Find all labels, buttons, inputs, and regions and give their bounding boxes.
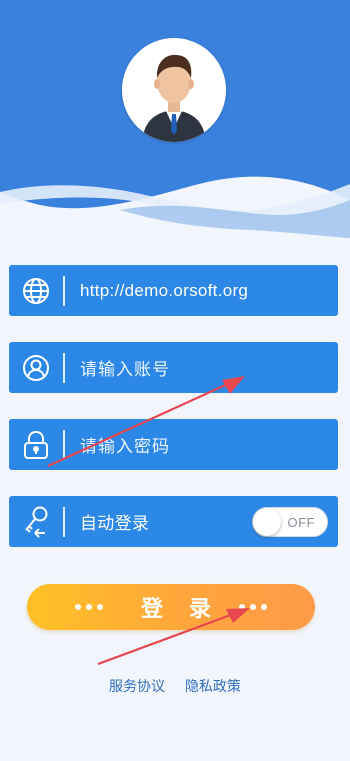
dots-left-icon bbox=[74, 604, 103, 610]
auto-login-toggle[interactable]: OFF bbox=[252, 507, 328, 537]
service-agreement-link[interactable]: 服务协议 bbox=[109, 678, 165, 694]
field-divider bbox=[63, 275, 65, 306]
lock-icon bbox=[9, 419, 63, 470]
field-divider bbox=[63, 352, 65, 383]
avatar[interactable] bbox=[122, 38, 226, 142]
field-divider bbox=[63, 429, 65, 460]
field-divider bbox=[63, 506, 65, 537]
privacy-policy-link[interactable]: 隐私政策 bbox=[185, 678, 241, 694]
account-input[interactable]: 请输入账号 bbox=[80, 355, 170, 380]
dots-right-icon bbox=[239, 604, 268, 610]
globe-icon bbox=[9, 265, 63, 316]
key-icon bbox=[9, 496, 63, 547]
header-banner bbox=[0, 0, 350, 250]
password-field[interactable]: 请输入密码 bbox=[9, 419, 338, 470]
user-icon bbox=[9, 342, 63, 393]
account-field[interactable]: 请输入账号 bbox=[9, 342, 338, 393]
server-field[interactable]: http://demo.orsoft.org bbox=[9, 265, 338, 316]
auto-login-label: 自动登录 bbox=[80, 514, 150, 533]
password-input[interactable]: 请输入密码 bbox=[80, 432, 170, 457]
login-button[interactable]: 登 录 bbox=[27, 584, 315, 630]
server-value[interactable]: http://demo.orsoft.org bbox=[80, 281, 248, 301]
login-button-label: 登 录 bbox=[140, 596, 222, 621]
footer-links: 服务协议 隐私政策 bbox=[0, 676, 350, 696]
toggle-state-label: OFF bbox=[287, 515, 315, 530]
toggle-knob bbox=[253, 508, 281, 536]
auto-login-row: 自动登录 OFF bbox=[9, 496, 338, 547]
